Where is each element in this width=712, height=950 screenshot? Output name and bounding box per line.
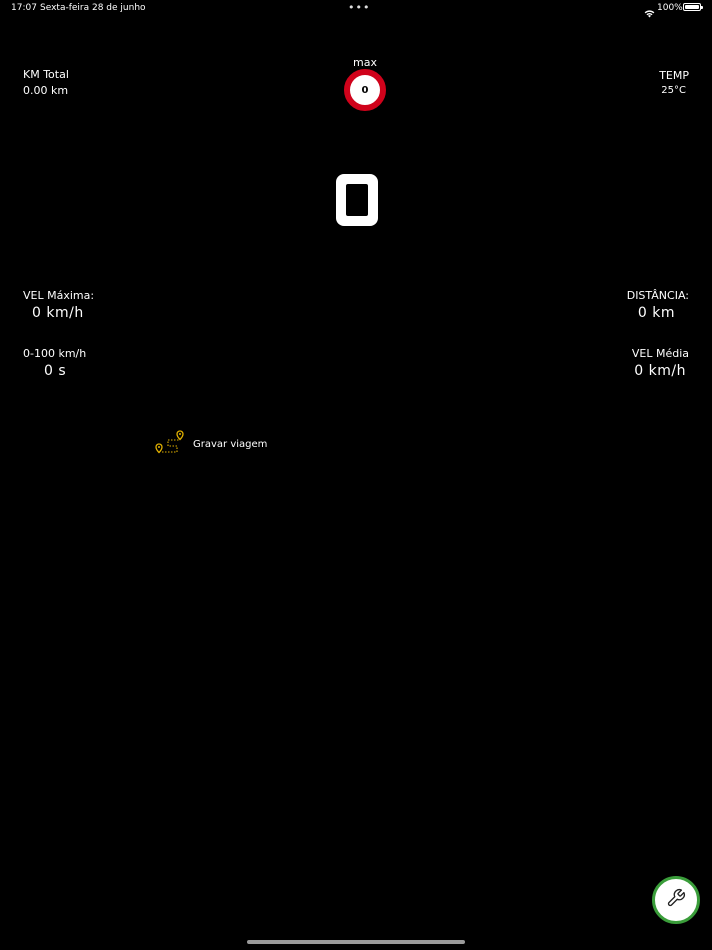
distance-label: DISTÂNCIA: bbox=[626, 289, 689, 302]
max-speed-label: VEL Máxima: bbox=[23, 289, 95, 302]
battery-icon bbox=[683, 3, 703, 11]
wifi-icon bbox=[644, 3, 655, 22]
record-trip-label: Gravar viagem bbox=[193, 438, 268, 450]
acceleration-value: 0 s bbox=[44, 363, 67, 379]
avg-speed-label: VEL Média bbox=[631, 347, 689, 360]
route-icon bbox=[155, 427, 185, 461]
record-trip-button[interactable]: Gravar viagem bbox=[155, 427, 267, 461]
max-speed-value: 0 km/h bbox=[32, 305, 84, 321]
status-time: 17:07 bbox=[11, 3, 37, 13]
status-date: Sexta-feira 28 de junho bbox=[40, 3, 146, 13]
settings-button[interactable] bbox=[652, 876, 700, 924]
temperature-label: TEMP bbox=[659, 69, 689, 82]
current-speed: 0 bbox=[336, 174, 378, 226]
wrench-icon bbox=[666, 888, 686, 912]
distance-value: 0 km bbox=[637, 305, 675, 321]
odometer-label: KM Total bbox=[23, 68, 69, 81]
home-indicator[interactable] bbox=[247, 940, 465, 944]
battery-percent: 100% bbox=[657, 3, 683, 13]
speed-limit-sign[interactable]: 0 bbox=[344, 69, 386, 111]
multitasking-dots[interactable]: ••• bbox=[348, 1, 370, 14]
speed-limit-label: max bbox=[353, 56, 377, 69]
speed-limit-value: 0 bbox=[361, 84, 369, 96]
temperature-value: 25°C bbox=[661, 85, 686, 96]
odometer-value: 0.00 km bbox=[23, 84, 69, 97]
acceleration-label: 0-100 km/h bbox=[23, 347, 87, 360]
avg-speed-value: 0 km/h bbox=[634, 363, 686, 379]
